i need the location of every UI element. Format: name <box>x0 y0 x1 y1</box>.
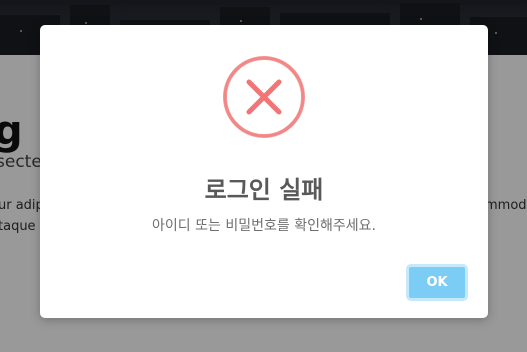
error-x-circle-icon <box>222 55 306 139</box>
dialog-title: 로그인 실패 <box>204 176 324 204</box>
login-failed-dialog: 로그인 실패 아이디 또는 비밀번호를 확인해주세요. OK <box>40 25 488 318</box>
ok-button[interactable]: OK <box>406 264 468 301</box>
page: g secteti ur adip taque mmod 로그인 실패 아이디 … <box>0 0 527 352</box>
dialog-message: 아이디 또는 비밀번호를 확인해주세요. <box>152 218 376 234</box>
